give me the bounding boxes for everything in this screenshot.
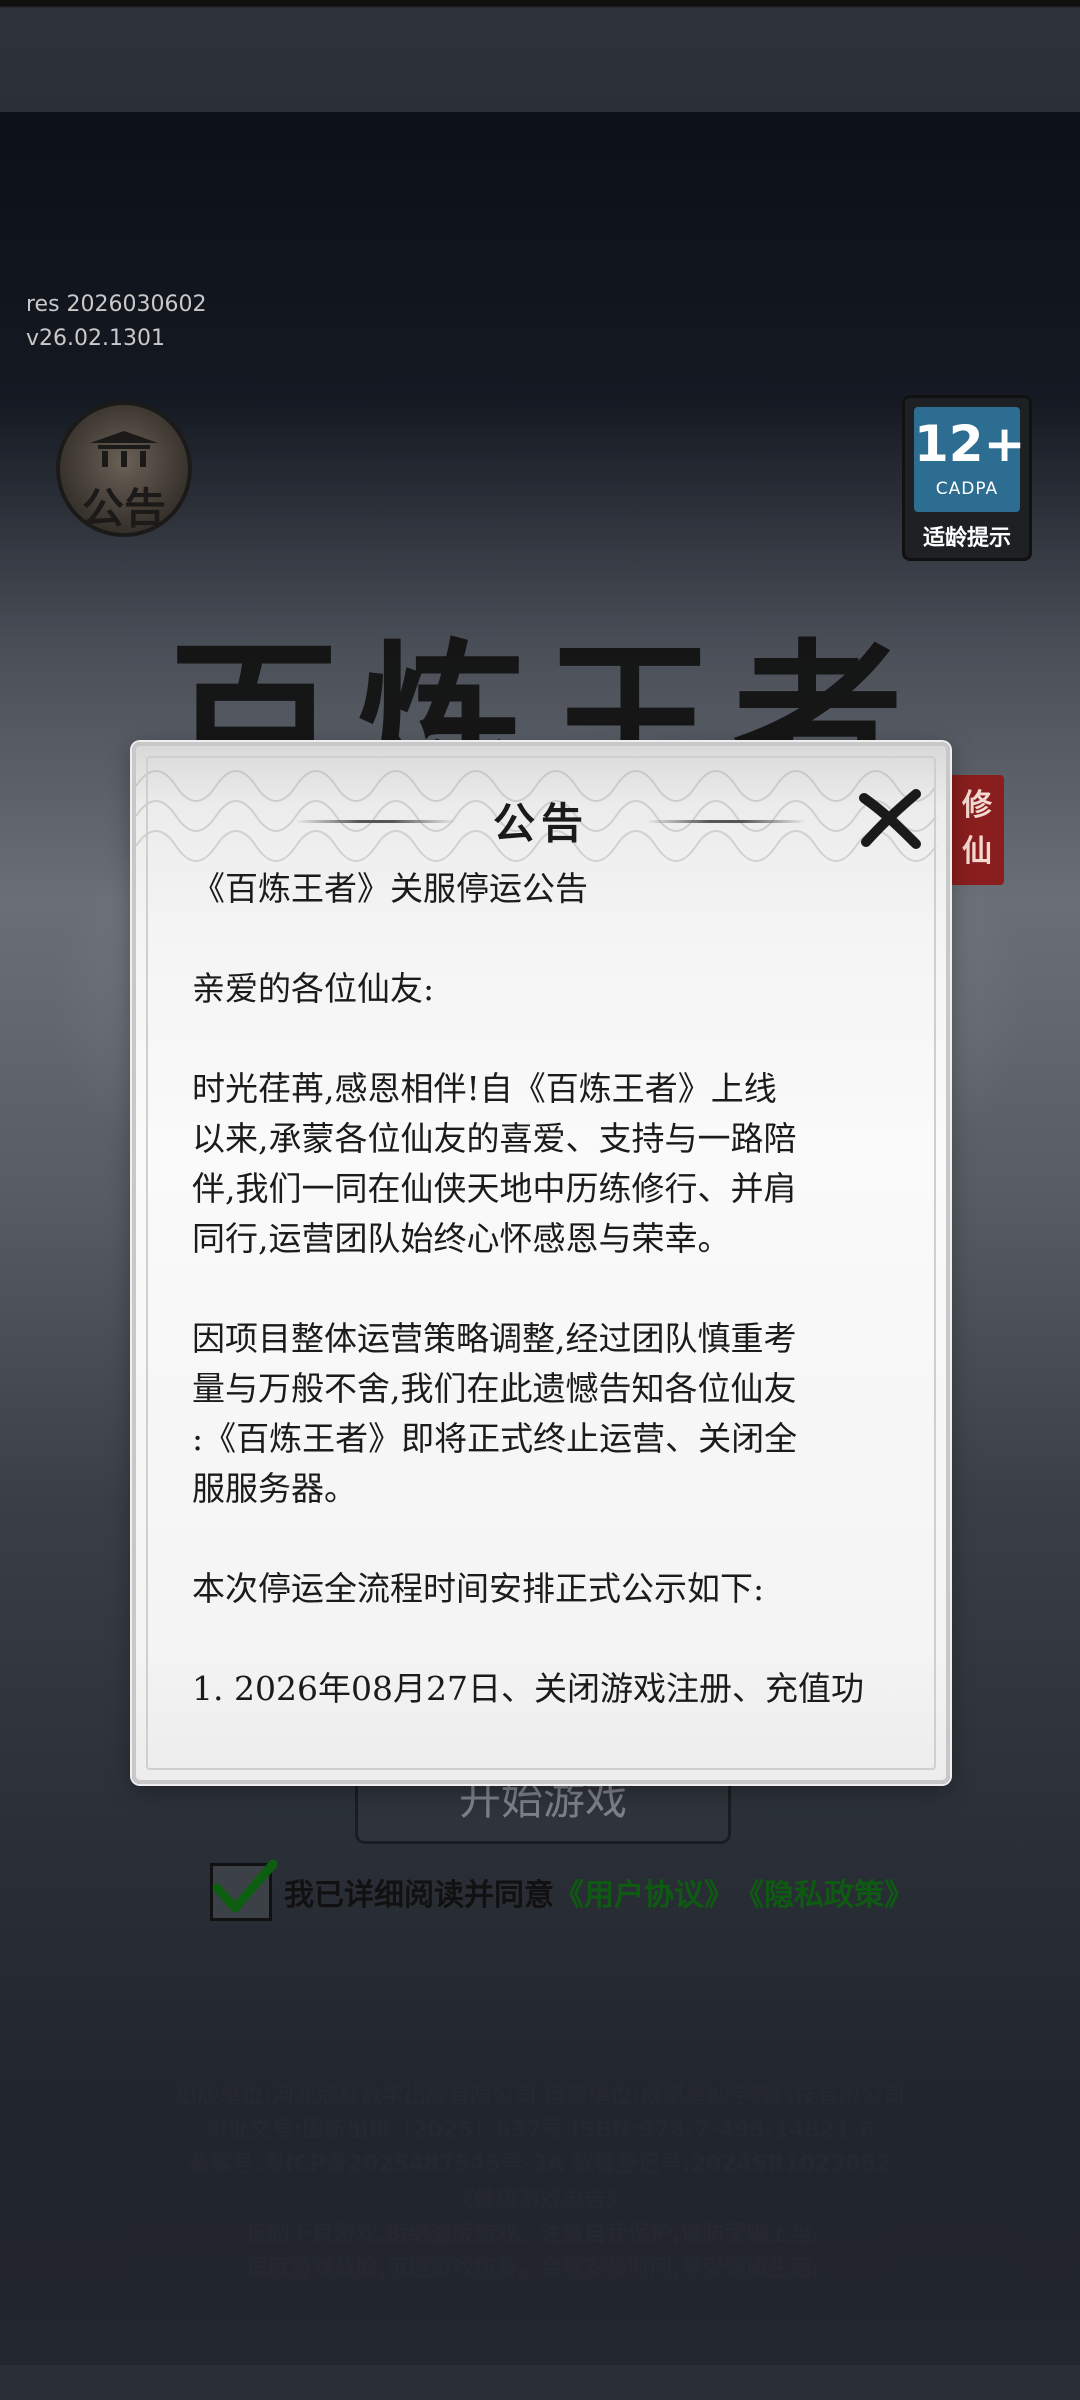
announcement-content[interactable]: 《百炼王者》关服停运公告 亲爱的各位仙友: 时光荏苒,感恩相伴!自《百炼王者》上… (192, 864, 892, 1764)
title-divider-right (646, 820, 806, 823)
paragraph-line: 以来,承蒙各位仙友的喜爱、支持与一路陪 (192, 1119, 797, 1158)
footer-publisher: 出版单位:河北冠林数字出版有限公司 运营单位:成都星灿宇辉科技有限公司 (175, 2084, 905, 2109)
footer-health-title: 《健康游戏忠告》 (451, 2188, 628, 2213)
bottom-strip (0, 2365, 1080, 2400)
agreement-text: 我已详细阅读并同意 (284, 1878, 554, 1913)
age-rating-number: 12+ (914, 415, 1026, 473)
announcement-greeting: 亲爱的各位仙友: (192, 969, 435, 1008)
pavilion-icon (90, 431, 158, 467)
logo-seal: 修仙 (950, 775, 1004, 885)
app-version: v26.02.1301 (26, 326, 165, 351)
agreement-checkbox[interactable] (210, 1859, 277, 1921)
age-rating-badge[interactable]: 12+ CADPA 适龄提示 (902, 395, 1032, 561)
footer-registration: 备案号:粤ICP备2025487545号-3A 软著登记号:2024SR1023… (188, 2152, 892, 2177)
paragraph-line: 因项目整体运营策略调整,经过团队慎重考 (192, 1319, 797, 1358)
res-version: res 2026030602 (26, 292, 207, 317)
dialog-title: 公告 (492, 799, 589, 848)
paragraph-line: :《百炼王者》即将正式终止运营、关闭全 (192, 1419, 798, 1458)
paragraph-line: 服服务器。 (192, 1469, 357, 1508)
schedule-intro: 本次停运全流程时间安排正式公示如下: (192, 1569, 765, 1608)
paragraph-2: 因项目整体运营策略调整,经过团队慎重考 量与万般不舍,我们在此遗憾告知各位仙友 … (192, 1314, 892, 1514)
paragraph-1: 时光荏苒,感恩相伴!自《百炼王者》上线 以来,承蒙各位仙友的喜爱、支持与一路陪 … (192, 1064, 892, 1264)
privacy-policy-link[interactable]: 《隐私政策》 (734, 1870, 914, 1914)
paragraph-line: 同行,运营团队始终心怀感恩与荣幸。 (192, 1219, 731, 1258)
notice-label: 公告 (81, 484, 166, 533)
age-rating-tip: 适龄提示 (922, 526, 1011, 551)
paragraph-line: 量与万般不舍,我们在此遗憾告知各位仙友 (192, 1369, 797, 1408)
paragraph-line: 时光荏苒,感恩相伴!自《百炼王者》上线 (192, 1069, 777, 1108)
footer-health-line2: 适度游戏益脑,沉迷游戏伤身。合理安排时间,享受健康生活。 (245, 2256, 835, 2281)
checkmark-icon (212, 1859, 277, 1913)
status-bar-area (0, 0, 1080, 112)
user-agreement-link[interactable]: 《用户协议》 (554, 1870, 734, 1914)
footer-health-line1: 抵制不良游戏,拒绝盗版游戏。注意自我保护,谨防受骗上当。 (245, 2222, 835, 2247)
agreement-row: 我已详细阅读并同意 《用户协议》 《隐私政策》 (210, 1859, 914, 1922)
announcement-heading: 《百炼王者》关服停运公告 (192, 869, 588, 908)
age-rating-panel: 12+ CADPA (914, 407, 1026, 512)
age-rating-org: CADPA (935, 479, 999, 499)
footer-approval: 审批文号:国新出审〔2025〕637号 ISBN:978-7-498-14821… (205, 2118, 875, 2143)
close-icon[interactable] (858, 788, 922, 852)
announcement-dialog: 公告 《百炼王者》关服停运公告 亲爱的各位仙友: 时光荏苒,感恩相伴!自《百炼王… (132, 742, 950, 1784)
notice-button[interactable]: 公告 (60, 405, 188, 533)
paragraph-line: 伴,我们一同在仙侠天地中历练修行、并肩 (192, 1169, 797, 1208)
schedule-item-1: 1. 2026年08月27日、关闭游戏注册、充值功 (192, 1669, 864, 1708)
